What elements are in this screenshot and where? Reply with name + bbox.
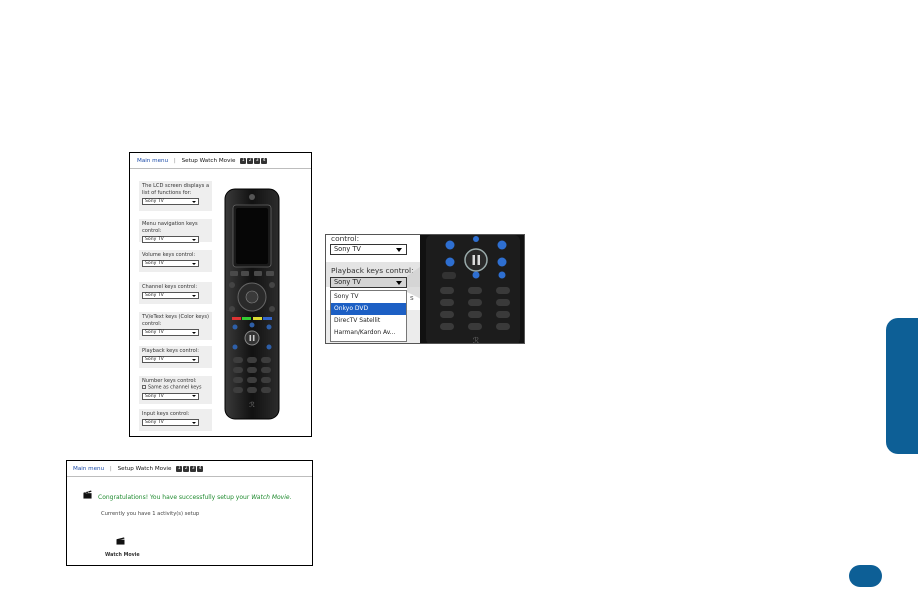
option-harman-kardon[interactable]: Harman/Kardon Av...: [331, 327, 406, 339]
channel-keys-select[interactable]: Sony TV: [142, 292, 199, 299]
field-label: Menu navigation keys control:: [142, 221, 198, 234]
activity-name: Watch Movie: [251, 494, 290, 501]
field-label: Input keys control:: [142, 411, 190, 417]
watch-movie-activity-label[interactable]: Watch Movie: [105, 553, 140, 558]
step-3[interactable]: 3: [190, 465, 197, 472]
step-indicator: 1 2 3 4: [176, 465, 204, 472]
breadcrumb-current: Setup Watch Movie: [181, 158, 236, 164]
control-select[interactable]: Sony TV: [330, 244, 407, 255]
breadcrumb-current: Setup Watch Movie: [117, 466, 172, 472]
option-onkyo-dvd[interactable]: Onkyo DVD: [331, 303, 406, 315]
activity-count-text: Currently you have 1 activity(s) setup: [101, 511, 200, 517]
page-number-badge: [849, 565, 882, 587]
step-2[interactable]: 2: [247, 157, 254, 164]
breadcrumb: Main menu | Setup Watch Movie 1 2 3 4: [130, 153, 311, 169]
playback-keys-select[interactable]: Sony TV: [142, 356, 199, 363]
main-menu-link[interactable]: Main menu: [73, 466, 104, 472]
remote-closeup-image: ℛ: [420, 235, 524, 344]
step-4[interactable]: 4: [197, 465, 204, 472]
step-4[interactable]: 4: [261, 157, 268, 164]
breadcrumb-separator: |: [173, 158, 176, 164]
lcd-functions-group: The LCD screen displays a list of functi…: [139, 181, 212, 211]
step-2[interactable]: 2: [183, 465, 190, 472]
remote-control-image: ℛ: [224, 188, 280, 420]
setup-complete-screen: Main menu | Setup Watch Movie 1 2 3 4 Co…: [66, 460, 313, 566]
option-sony-tv[interactable]: Sony TV: [331, 291, 406, 303]
field-label: Number keys control:: [142, 378, 197, 384]
menu-navigation-group: Menu navigation keys control: Sony TV: [139, 219, 212, 243]
playback-keys-select-open[interactable]: Sony TV: [330, 277, 407, 288]
success-message-text: Congratulations! You have successfully s…: [98, 494, 252, 501]
input-keys-select[interactable]: Sony TV: [142, 419, 199, 426]
chapter-side-tab: [886, 318, 918, 454]
watch-movie-activity-icon[interactable]: [116, 537, 125, 545]
volume-keys-group: Volume keys control: Sony TV: [139, 250, 212, 272]
color-keys-group: TV/eText keys (Color keys) control: Sony…: [139, 312, 212, 340]
field-label: The LCD screen displays a list of functi…: [142, 183, 210, 196]
playback-keys-group: Playback keys control: Sony TV: [139, 346, 212, 368]
field-label: TV/eText keys (Color keys) control:: [142, 314, 210, 327]
checkbox-label: Same as channel keys: [148, 385, 202, 391]
setup-watch-movie-screen: Main menu | Setup Watch Movie 1 2 3 4 Th…: [129, 152, 312, 437]
playback-dropdown-detail: control: Sony TV Playback keys control: …: [325, 234, 525, 344]
input-keys-group: Input keys control: Sony TV: [139, 409, 212, 431]
channel-keys-group: Channel keys control: Sony TV: [139, 282, 212, 304]
field-label: Channel keys control:: [142, 284, 198, 290]
menu-navigation-select[interactable]: Sony TV: [142, 236, 199, 243]
svg-text:ℛ: ℛ: [249, 401, 255, 409]
lcd-functions-select[interactable]: Sony TV: [142, 198, 199, 205]
field-label: Volume keys control:: [142, 252, 196, 258]
success-message: Congratulations! You have successfully s…: [98, 494, 292, 501]
playback-options-list: Sony TV Onkyo DVD DirecTV Satellit Harma…: [330, 290, 407, 342]
number-keys-select[interactable]: Sony TV: [142, 392, 199, 400]
svg-text:ℛ: ℛ: [473, 336, 480, 344]
step-1[interactable]: 1: [176, 465, 183, 472]
field-label: Playback keys control:: [142, 348, 199, 354]
clapperboard-icon: [83, 490, 92, 499]
checkbox-icon[interactable]: [142, 385, 146, 389]
number-keys-group: Number keys control: Same as channel key…: [139, 376, 212, 404]
step-3[interactable]: 3: [254, 157, 261, 164]
same-as-channel-checkbox[interactable]: Same as channel keys: [142, 385, 210, 392]
volume-keys-select[interactable]: Sony TV: [142, 260, 199, 267]
option-directv-satellite[interactable]: DirecTV Satellit: [331, 315, 406, 327]
step-1[interactable]: 1: [240, 157, 247, 164]
breadcrumb: Main menu | Setup Watch Movie 1 2 3 4: [67, 461, 312, 477]
breadcrumb-separator: |: [109, 466, 112, 472]
success-message-end: .: [289, 494, 292, 501]
color-keys-select[interactable]: Sony TV: [142, 329, 199, 336]
control-label: control:: [331, 234, 360, 243]
step-indicator: 1 2 3 4: [240, 157, 268, 164]
playback-keys-label: Playback keys control:: [331, 266, 414, 275]
main-menu-link[interactable]: Main menu: [137, 158, 168, 164]
